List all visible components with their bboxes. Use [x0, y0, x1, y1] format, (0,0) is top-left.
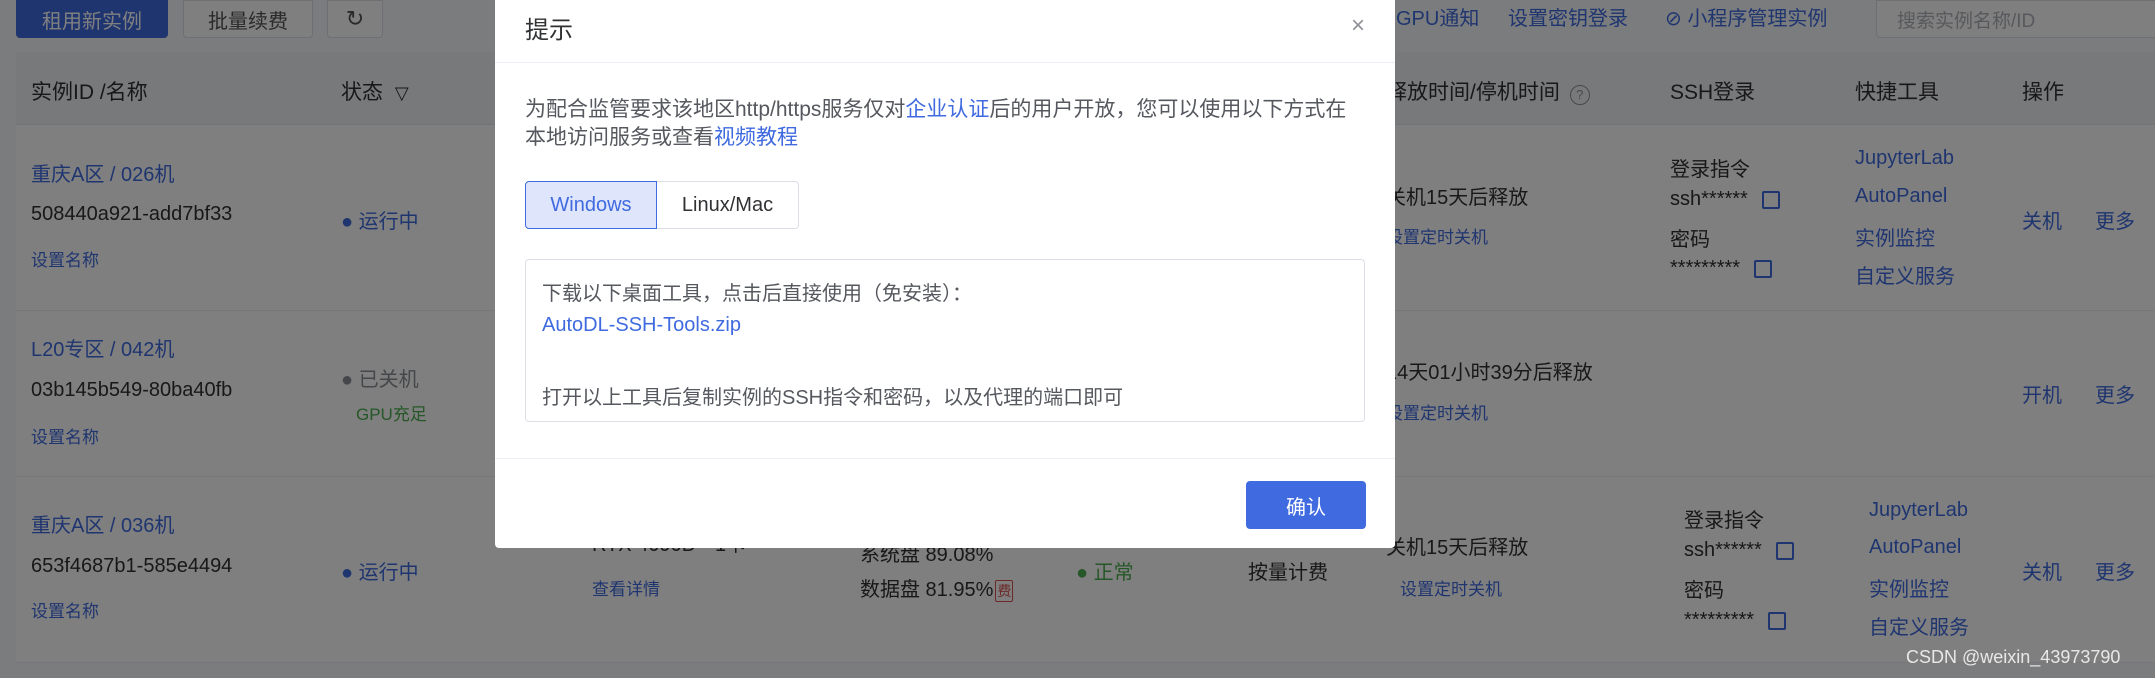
dialog-notice: 为配合监管要求该地区http/https服务仅对企业认证后的用户开放，您可以使用…	[525, 96, 1355, 152]
tip-dialog: 提示 × 为配合监管要求该地区http/https服务仅对企业认证后的用户开放，…	[495, 0, 1395, 548]
close-icon[interactable]: ×	[1351, 12, 1365, 40]
dialog-footer-divider	[495, 458, 1395, 459]
usage-instruction: 打开以上工具后复制实例的SSH指令和密码，以及代理的端口即可	[542, 387, 1124, 409]
os-tabs: Windows Linux/Mac	[525, 181, 799, 229]
tab-windows[interactable]: Windows	[525, 181, 657, 229]
dialog-header: 提示 ×	[495, 0, 1395, 63]
download-link[interactable]: AutoDL-SSH-Tools.zip	[542, 314, 741, 337]
dialog-title: 提示	[525, 17, 573, 44]
instructions-box: 下载以下桌面工具，点击后直接使用（免安装）： AutoDL-SSH-Tools.…	[525, 259, 1365, 422]
watermark: CSDN @weixin_43973790	[1906, 647, 2121, 667]
enterprise-cert-link[interactable]: 企业认证	[905, 98, 989, 121]
video-tutorial-link[interactable]: 视频教程	[714, 126, 798, 149]
download-instruction: 下载以下桌面工具，点击后直接使用（免安装）：	[542, 283, 972, 305]
confirm-button[interactable]: 确认	[1246, 481, 1366, 529]
notice-text-start: 为配合监管要求该地区http/https服务仅对	[525, 98, 906, 121]
tab-linux-mac[interactable]: Linux/Mac	[657, 181, 799, 229]
